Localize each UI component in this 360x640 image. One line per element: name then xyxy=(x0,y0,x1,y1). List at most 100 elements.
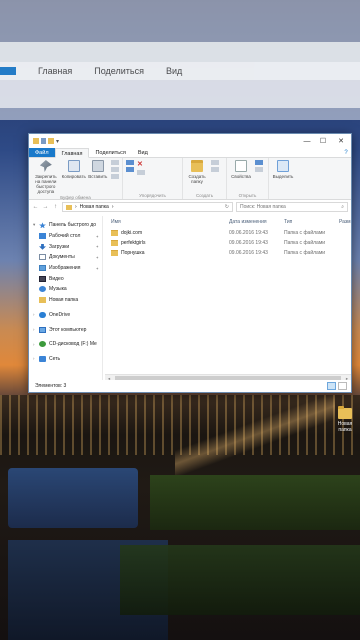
open-actions xyxy=(255,160,263,172)
music-icon xyxy=(39,286,46,293)
new-folder-icon xyxy=(191,160,203,172)
nav-item-video[interactable]: Видео xyxy=(29,273,102,284)
copy-to-icon[interactable] xyxy=(126,167,134,172)
nav-item-cd-drive[interactable]: › CD-дисковод (F:) Me xyxy=(29,339,102,350)
column-header-name[interactable]: Имя xyxy=(103,219,221,225)
nav-item-pictures[interactable]: Изображения ✦ xyxy=(29,263,102,274)
blurred-ribbon-tabs: Главная Поделиться Вид xyxy=(0,62,360,80)
search-icon: ⌕ xyxy=(341,204,344,210)
properties-quick-icon[interactable] xyxy=(41,138,46,144)
ribbon-group-select: Выделить xyxy=(269,158,299,199)
rename-icon[interactable] xyxy=(137,170,145,175)
nav-item-label: Рабочий стол xyxy=(49,233,81,240)
file-date: 09.06.2016 19:43 xyxy=(229,240,268,246)
nav-item-label: OneDrive xyxy=(49,311,71,318)
address-bar[interactable]: › Новая папка › ↻ xyxy=(62,202,233,212)
column-header-type[interactable]: Тип xyxy=(276,219,331,225)
ribbon: Закрепить на панели быстрого доступа Коп… xyxy=(29,158,351,200)
nav-item-label: Документы xyxy=(49,254,75,261)
refresh-icon[interactable]: ↻ xyxy=(225,204,229,210)
column-header-size[interactable]: Разм xyxy=(331,219,351,225)
tab-home[interactable]: Главная xyxy=(54,148,90,158)
back-button[interactable]: ← xyxy=(32,204,39,210)
copy-path-icon[interactable] xyxy=(111,167,119,172)
ribbon-group-label: Открыть xyxy=(238,193,257,198)
nav-item-new-folder[interactable]: Новая папка xyxy=(29,295,102,306)
folder-icon xyxy=(33,138,39,144)
ribbon-group-new: Создать папку Создать xyxy=(183,158,227,199)
file-name: Порнушка xyxy=(121,250,145,256)
tab-view[interactable]: Вид xyxy=(132,148,154,157)
properties-button[interactable]: Свойства xyxy=(230,160,252,179)
blurred-tab-share: Поделиться xyxy=(94,66,144,76)
file-list-header: Имя Дата изменения Тип Разм xyxy=(103,216,351,228)
file-type: Папка с файлами xyxy=(284,240,326,246)
breadcrumb-separator[interactable]: › xyxy=(75,204,77,210)
download-icon xyxy=(39,243,46,250)
nav-item-documents[interactable]: Документы ✦ xyxy=(29,252,102,263)
desktop-folder-shortcut[interactable]: Новая папка xyxy=(331,406,359,433)
nav-item-this-pc[interactable]: › Этот компьютер xyxy=(29,324,102,335)
nav-item-onedrive[interactable]: › OneDrive xyxy=(29,310,102,321)
file-type: Папка с файлами xyxy=(284,230,326,236)
file-row[interactable]: dojki.com 09.06.2016 19:43 Папка с файла… xyxy=(103,228,351,238)
nav-item-label: CD-дисковод (F:) Me xyxy=(49,341,97,348)
file-name: perfektgirls xyxy=(121,240,146,246)
ribbon-group-label: Буфер обмена xyxy=(60,195,91,200)
nav-item-network[interactable]: › Сеть xyxy=(29,354,102,365)
move-to-icon[interactable] xyxy=(126,160,134,165)
blurred-tab-file xyxy=(0,67,16,75)
open-icon[interactable] xyxy=(255,160,263,165)
breadcrumb-current-folder[interactable]: Новая папка xyxy=(80,204,109,210)
nav-item-desktop[interactable]: Рабочий стол ✦ xyxy=(29,231,102,242)
new-item-icon[interactable] xyxy=(211,160,219,165)
close-button[interactable]: ✕ xyxy=(331,134,351,148)
nav-item-downloads[interactable]: Загрузки ✦ xyxy=(29,241,102,252)
organize-actions xyxy=(126,160,134,172)
cut-icon[interactable] xyxy=(111,160,119,165)
search-input[interactable]: Поиск: Новая папка ⌕ xyxy=(236,202,348,212)
navigation-pane: ▾ Панель быстрого до Рабочий стол ✦ Загр… xyxy=(29,216,103,382)
forward-button[interactable]: → xyxy=(42,204,49,210)
delete-icon[interactable]: ✕ xyxy=(137,160,145,168)
details-view-icon[interactable] xyxy=(327,382,336,390)
nav-item-music[interactable]: Музыка xyxy=(29,284,102,295)
paste-shortcut-icon[interactable] xyxy=(111,174,119,179)
maximize-button[interactable]: ☐ xyxy=(315,134,331,148)
new-folder-button[interactable]: Создать папку xyxy=(186,160,208,184)
customize-toolbar-chevron-icon[interactable]: ▾ xyxy=(56,138,59,145)
column-header-date[interactable]: Дата изменения xyxy=(221,219,276,225)
nav-item-label: Новая папка xyxy=(49,297,79,304)
file-type: Папка с файлами xyxy=(284,250,326,256)
nav-item-quick-access[interactable]: ▾ Панель быстрого до xyxy=(29,220,102,231)
minimize-button[interactable]: — xyxy=(299,134,315,148)
park-lawn xyxy=(150,475,360,530)
network-icon xyxy=(39,355,46,362)
paste-button[interactable]: Вставить xyxy=(88,160,108,179)
folder-icon xyxy=(338,406,352,419)
nav-item-label: Панель быстрого до xyxy=(49,222,97,229)
help-icon[interactable]: ? xyxy=(341,148,351,157)
file-row[interactable]: perfektgirls 09.06.2016 19:43 Папка с фа… xyxy=(103,238,351,248)
select-button[interactable]: Выделить xyxy=(272,160,294,179)
large-icons-view-icon[interactable] xyxy=(338,382,347,390)
folder-icon xyxy=(111,250,118,256)
pin-to-quick-access-button[interactable]: Закрепить на панели быстрого доступа xyxy=(32,160,60,194)
file-row[interactable]: Порнушка 09.06.2016 19:43 Папка с файлам… xyxy=(103,248,351,258)
expand-chevron-icon[interactable]: ▾ xyxy=(33,222,39,228)
explorer-body: ▾ Панель быстрого до Рабочий стол ✦ Загр… xyxy=(29,216,351,382)
tab-share[interactable]: Поделиться xyxy=(89,148,131,157)
edit-icon[interactable] xyxy=(255,167,263,172)
pin-label: Закрепить на панели быстрого доступа xyxy=(35,174,57,194)
folder-icon xyxy=(39,297,46,304)
copy-button[interactable]: Копировать xyxy=(62,160,86,179)
blurred-title-bar xyxy=(0,42,360,62)
new-folder-quick-icon[interactable] xyxy=(48,138,54,144)
ribbon-tabs: Файл Главная Поделиться Вид ? xyxy=(29,148,351,158)
tab-file[interactable]: Файл xyxy=(29,148,55,157)
video-icon xyxy=(39,275,46,282)
easy-access-icon[interactable] xyxy=(211,167,219,172)
breadcrumb-separator[interactable]: › xyxy=(112,204,114,210)
blurred-tab-view: Вид xyxy=(165,66,183,76)
up-button[interactable]: ↑ xyxy=(52,204,59,210)
